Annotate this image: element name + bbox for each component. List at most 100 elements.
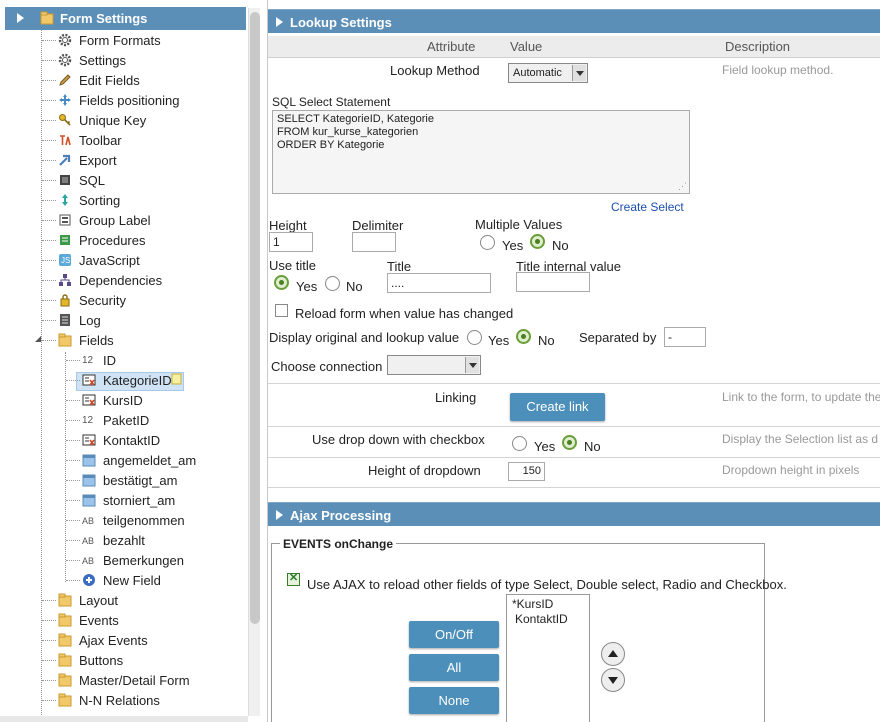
tree-folder-buttons[interactable]: Buttons xyxy=(0,650,246,670)
folder-icon xyxy=(58,673,72,687)
tree-folder-layout[interactable]: Layout xyxy=(0,590,246,610)
choose-connection-select[interactable] xyxy=(387,355,481,375)
tree-item-label: Unique Key xyxy=(79,113,147,128)
tree-folder-master-detail[interactable]: Master/Detail Form xyxy=(0,670,246,690)
tree-field-item[interactable]: AB Bemerkungen xyxy=(0,550,246,570)
pencil-icon xyxy=(59,74,71,86)
tree-item-javascript[interactable]: JS JavaScript xyxy=(0,250,246,270)
tree-item-label: Edit Fields xyxy=(79,73,140,88)
tree-item-label: Fields positioning xyxy=(79,93,180,108)
tree-field-item[interactable]: AB bezahlt xyxy=(0,530,246,550)
tree-item-settings[interactable]: Settings xyxy=(0,50,246,70)
expand-arrow-icon[interactable] xyxy=(276,17,283,27)
col-attribute: Attribute xyxy=(427,39,476,54)
add-icon xyxy=(83,574,95,586)
tree-field-item[interactable]: KategorieID xyxy=(0,370,246,390)
expand-arrow-icon[interactable] xyxy=(17,13,24,23)
tree-folder-label: Layout xyxy=(79,593,119,608)
tree-field-label: bezahlt xyxy=(103,533,145,548)
tree-field-item[interactable]: 12 PaketID xyxy=(0,410,246,430)
use-ajax-checkbox[interactable]: ✕ xyxy=(287,572,300,586)
resize-grip-icon[interactable]: ⋰ xyxy=(678,180,687,193)
javascript-icon: JS xyxy=(59,254,71,266)
display-original-no-radio[interactable] xyxy=(516,329,531,344)
ajax-fields-listbox[interactable]: *KursID KontaktID xyxy=(506,594,590,722)
ajax-processing-header[interactable]: Ajax Processing xyxy=(268,502,880,526)
tree-field-item[interactable]: bestätigt_am xyxy=(0,470,246,490)
tree-item-fields[interactable]: ◢ Fields xyxy=(0,330,246,350)
sql-label: SQL Select Statement xyxy=(272,95,391,109)
tree-field-item[interactable]: KursID xyxy=(0,390,246,410)
tree-scrollbar[interactable] xyxy=(248,8,260,716)
none-button[interactable]: None xyxy=(409,687,499,714)
tree-folder-events[interactable]: Events xyxy=(0,610,246,630)
tree-item-sql[interactable]: SQL xyxy=(0,170,246,190)
all-button[interactable]: All xyxy=(409,654,499,681)
delimiter-input[interactable] xyxy=(352,232,396,252)
use-title-no-radio[interactable] xyxy=(325,276,340,291)
tree-field-item[interactable]: 12 ID xyxy=(0,350,246,370)
tree-field-label: KursID xyxy=(103,393,143,408)
tree-item-security[interactable]: Security xyxy=(0,290,246,310)
tree-folder-nn-relations[interactable]: N-N Relations xyxy=(0,690,246,710)
tree-item-unique-key[interactable]: Unique Key xyxy=(0,110,246,130)
separated-by-input[interactable]: - xyxy=(664,327,706,347)
move-down-button[interactable] xyxy=(601,668,625,692)
tree-field-item[interactable]: storniert_am xyxy=(0,490,246,510)
tree-item-edit-fields[interactable]: Edit Fields xyxy=(0,70,246,90)
tree-field-item[interactable]: AB teilgenommen xyxy=(0,510,246,530)
radio-label: Yes xyxy=(534,439,556,454)
expand-arrow-icon[interactable] xyxy=(276,510,283,520)
tree-new-field[interactable]: New Field xyxy=(0,570,246,590)
multiple-values-no-radio[interactable] xyxy=(530,234,545,249)
folder-icon xyxy=(40,11,54,25)
reload-form-checkbox[interactable] xyxy=(275,304,288,317)
lookup-method-value: Automatic xyxy=(513,67,562,79)
sql-line: ORDER BY Kategorie xyxy=(277,139,385,151)
tree-item-group-label[interactable]: Group Label xyxy=(0,210,246,230)
move-up-button[interactable] xyxy=(601,642,625,666)
height-dropdown-input[interactable]: 150 xyxy=(508,462,545,481)
sql-textarea[interactable]: SELECT KategorieID, Kategorie FROM kur_k… xyxy=(272,110,690,194)
tree-item-toolbar[interactable]: Toolbar xyxy=(0,130,246,150)
section-title: Ajax Processing xyxy=(290,508,392,523)
tree-item-log[interactable]: Log xyxy=(0,310,246,330)
create-link-button[interactable]: Create link xyxy=(510,393,605,421)
title-input[interactable]: .... xyxy=(387,273,491,293)
sorting-icon xyxy=(62,194,68,206)
section-title: Lookup Settings xyxy=(290,15,392,30)
tree-field-label: angemeldet_am xyxy=(103,453,197,468)
onoff-button[interactable]: On/Off xyxy=(409,621,499,648)
sql-line: FROM kur_kurse_kategorien xyxy=(277,126,419,138)
dropdown-checkbox-no-radio[interactable] xyxy=(562,435,577,450)
scrollbar-thumb[interactable] xyxy=(250,12,260,624)
use-title-yes-radio[interactable] xyxy=(274,275,289,290)
tree-item-fields-positioning[interactable]: Fields positioning xyxy=(0,90,246,110)
tree-field-label: bestätigt_am xyxy=(103,473,178,488)
tree-item-dependencies[interactable]: Dependencies xyxy=(0,270,246,290)
radio-label: No xyxy=(584,439,601,454)
list-item[interactable]: *KursID xyxy=(512,597,584,612)
title-internal-input[interactable] xyxy=(516,272,590,292)
tree-root-header[interactable]: Form Settings xyxy=(5,7,246,30)
radio-label: Yes xyxy=(502,238,524,253)
height-input[interactable]: 1 xyxy=(269,232,313,252)
main-panel: Lookup Settings Attribute Value Descript… xyxy=(268,0,880,722)
lookup-method-select[interactable]: Automatic xyxy=(508,63,588,83)
tree-field-item[interactable]: angemeldet_am xyxy=(0,450,246,470)
tree-item-procedures[interactable]: Procedures xyxy=(0,230,246,250)
collapse-icon[interactable]: ◢ xyxy=(35,334,41,343)
tree-item-sorting[interactable]: Sorting xyxy=(0,190,246,210)
list-item[interactable]: KontaktID xyxy=(512,612,584,627)
lookup-settings-header[interactable]: Lookup Settings xyxy=(268,9,880,33)
tree-field-item[interactable]: KontaktID xyxy=(0,430,246,450)
multiple-values-yes-radio[interactable] xyxy=(480,235,495,250)
tree-horizontal-scrollbar[interactable] xyxy=(0,716,248,722)
create-select-link[interactable]: Create Select xyxy=(611,200,684,214)
display-original-yes-radio[interactable] xyxy=(467,330,482,345)
tree-folder-ajax-events[interactable]: Ajax Events xyxy=(0,630,246,650)
folder-icon xyxy=(58,613,72,627)
tree-item-form-formats[interactable]: Form Formats xyxy=(0,30,246,50)
dropdown-checkbox-yes-radio[interactable] xyxy=(512,436,527,451)
tree-item-export[interactable]: Export xyxy=(0,150,246,170)
